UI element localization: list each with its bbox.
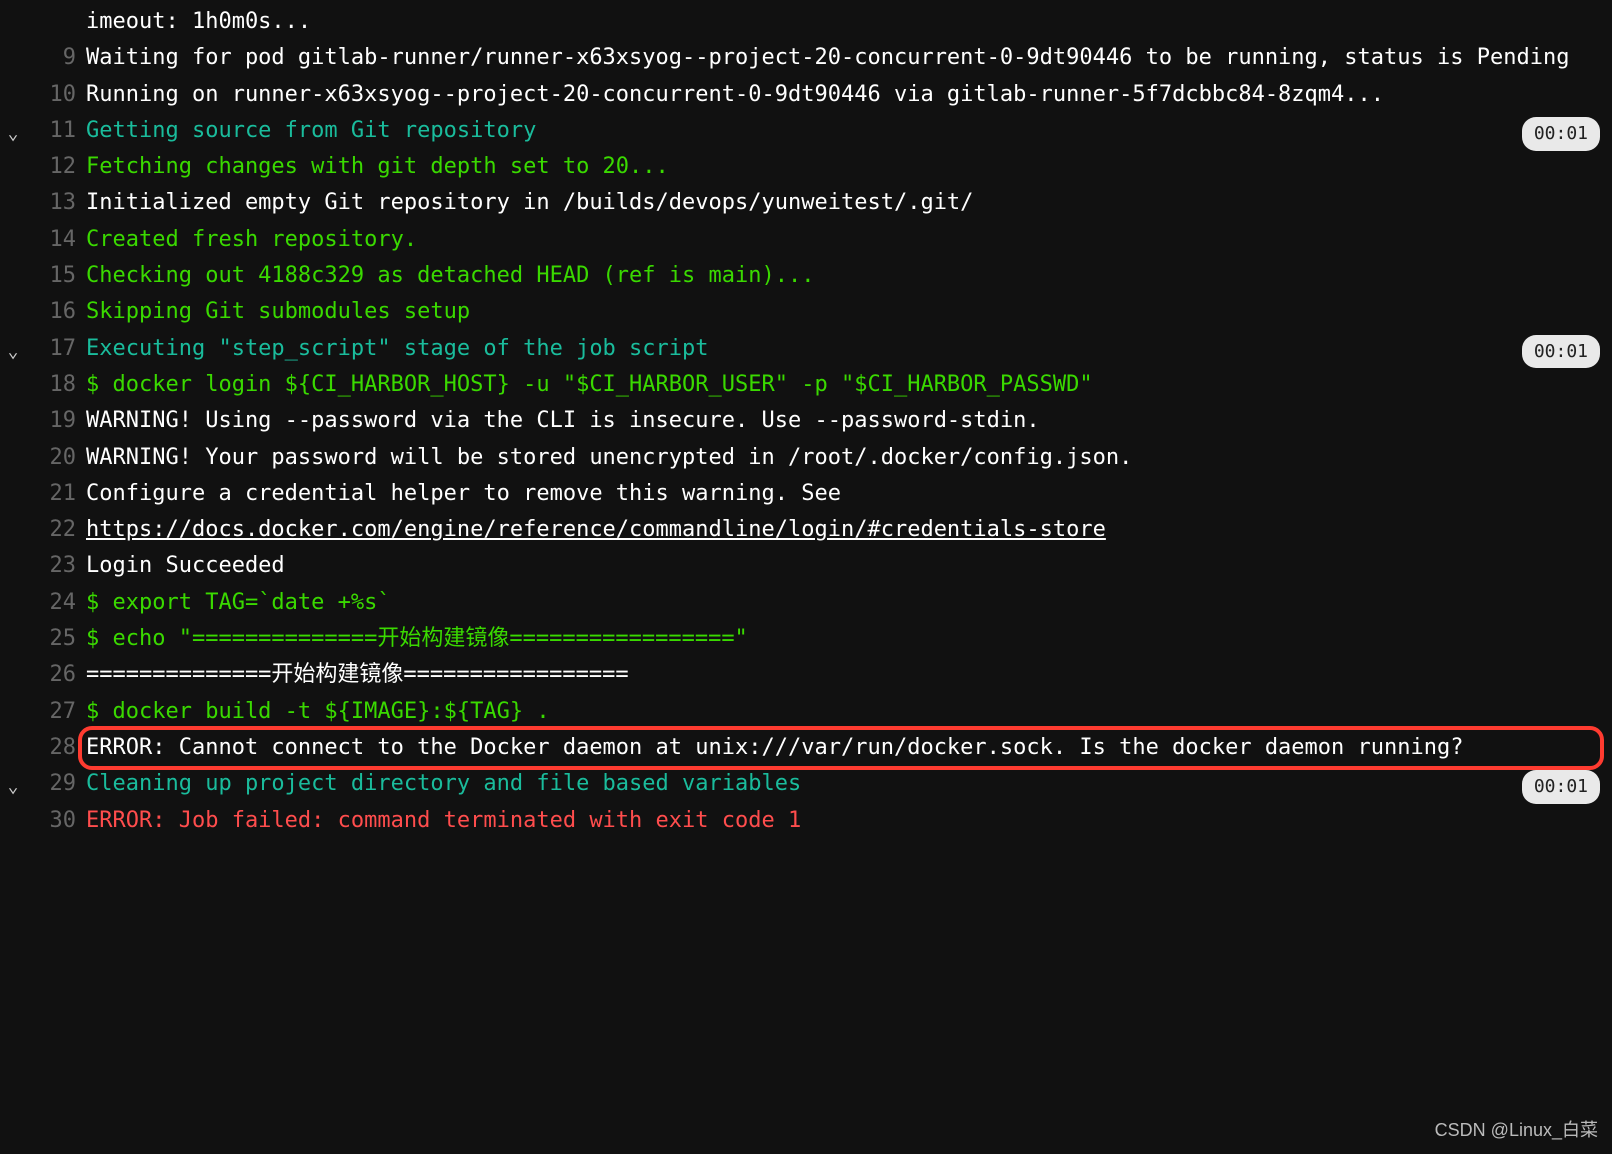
log-text: Getting source from Git repository <box>86 118 536 143</box>
log-text: Checking out 4188c329 as detached HEAD (… <box>86 263 814 288</box>
line-number[interactable]: 10 <box>0 77 86 113</box>
line-number[interactable]: 19 <box>0 403 86 439</box>
chevron-down-icon[interactable]: ⌄ <box>2 119 24 149</box>
log-line: imeout: 1h0m0s... <box>0 4 1612 40</box>
log-content: $ docker login ${CI_HARBOR_HOST} -u "$CI… <box>86 367 1600 403</box>
log-text: WARNING! Your password will be stored un… <box>86 445 1132 470</box>
log-text: WARNING! Using --password via the CLI is… <box>86 408 1040 433</box>
line-number[interactable]: 23 <box>0 548 86 584</box>
chevron-down-icon[interactable]: ⌄ <box>2 337 24 367</box>
log-text: $ docker login ${CI_HARBOR_HOST} -u "$CI… <box>86 372 1093 397</box>
log-content: https://docs.docker.com/engine/reference… <box>86 512 1600 548</box>
log-line: 9Waiting for pod gitlab-runner/runner-x6… <box>0 40 1612 76</box>
log-line: 12Fetching changes with git depth set to… <box>0 149 1612 185</box>
log-line: 15Checking out 4188c329 as detached HEAD… <box>0 258 1612 294</box>
log-text: $ export TAG=`date +%s` <box>86 590 391 615</box>
section-duration-badge: 00:01 <box>1522 770 1600 804</box>
log-content: ERROR: Job failed: command terminated wi… <box>86 803 1600 839</box>
log-text: Skipping Git submodules setup <box>86 299 470 324</box>
log-content: Checking out 4188c329 as detached HEAD (… <box>86 258 1600 294</box>
docs-link[interactable]: https://docs.docker.com/engine/reference… <box>86 517 1106 542</box>
log-content: ERROR: Cannot connect to the Docker daem… <box>86 730 1600 766</box>
log-line: ⌄11Getting source from Git repository00:… <box>0 113 1612 149</box>
log-line: 13Initialized empty Git repository in /b… <box>0 185 1612 221</box>
line-number[interactable]: 14 <box>0 222 86 258</box>
line-number[interactable]: 9 <box>0 40 86 76</box>
line-number[interactable]: 18 <box>0 367 86 403</box>
log-text: Running on runner-x63xsyog--project-20-c… <box>86 82 1384 107</box>
log-line: 10Running on runner-x63xsyog--project-20… <box>0 77 1612 113</box>
line-number[interactable]: 27 <box>0 694 86 730</box>
log-line: 16Skipping Git submodules setup <box>0 294 1612 330</box>
log-content: Login Succeeded <box>86 548 1600 584</box>
log-text: $ docker build -t ${IMAGE}:${TAG} . <box>86 699 550 724</box>
log-content: $ echo "==============开始构建镜像============… <box>86 621 1600 657</box>
log-content: Getting source from Git repository <box>86 113 1600 149</box>
log-line: 22https://docs.docker.com/engine/referen… <box>0 512 1612 548</box>
log-content: Waiting for pod gitlab-runner/runner-x63… <box>86 40 1600 76</box>
section-duration-badge: 00:01 <box>1522 335 1600 369</box>
log-line: 19WARNING! Using --password via the CLI … <box>0 403 1612 439</box>
line-number[interactable]: 24 <box>0 585 86 621</box>
log-text: $ echo "==============开始构建镜像============… <box>86 626 748 651</box>
log-text: Initialized empty Git repository in /bui… <box>86 190 973 215</box>
log-content: ==============开始构建镜像================= <box>86 657 1600 693</box>
line-number[interactable]: 16 <box>0 294 86 330</box>
log-content: Skipping Git submodules setup <box>86 294 1600 330</box>
log-line: 21Configure a credential helper to remov… <box>0 476 1612 512</box>
line-number[interactable]: 15 <box>0 258 86 294</box>
watermark-text: CSDN @Linux_白菜 <box>1435 1116 1598 1146</box>
log-text: Fetching changes with git depth set to 2… <box>86 154 669 179</box>
log-content: Created fresh repository. <box>86 222 1600 258</box>
log-content: Configure a credential helper to remove … <box>86 476 1600 512</box>
log-line: 25$ echo "==============开始构建镜像==========… <box>0 621 1612 657</box>
log-content: WARNING! Your password will be stored un… <box>86 440 1600 476</box>
log-line: 24$ export TAG=`date +%s` <box>0 585 1612 621</box>
log-line: 30ERROR: Job failed: command terminated … <box>0 803 1612 839</box>
log-text: Login Succeeded <box>86 553 285 578</box>
log-text: imeout: 1h0m0s... <box>86 9 311 34</box>
log-line: 18$ docker login ${CI_HARBOR_HOST} -u "$… <box>0 367 1612 403</box>
log-text: ==============开始构建镜像================= <box>86 662 629 687</box>
log-line: 27$ docker build -t ${IMAGE}:${TAG} . <box>0 694 1612 730</box>
log-text: Waiting for pod gitlab-runner/runner-x63… <box>86 45 1569 70</box>
log-content: $ docker build -t ${IMAGE}:${TAG} . <box>86 694 1600 730</box>
line-number[interactable]: 20 <box>0 440 86 476</box>
log-text: Configure a credential helper to remove … <box>86 481 841 506</box>
log-line: ⌄17Executing "step_script" stage of the … <box>0 331 1612 367</box>
line-number[interactable]: 12 <box>0 149 86 185</box>
log-line: ⌄29Cleaning up project directory and fil… <box>0 766 1612 802</box>
log-line: 26==============开始构建镜像================= <box>0 657 1612 693</box>
job-log: imeout: 1h0m0s...9Waiting for pod gitlab… <box>0 0 1612 839</box>
highlighted-error-line: 28ERROR: Cannot connect to the Docker da… <box>0 730 1612 766</box>
log-content: imeout: 1h0m0s... <box>86 4 1600 40</box>
log-line: 14Created fresh repository. <box>0 222 1612 258</box>
log-content: $ export TAG=`date +%s` <box>86 585 1600 621</box>
line-number[interactable]: 22 <box>0 512 86 548</box>
line-number[interactable]: 26 <box>0 657 86 693</box>
log-content: Running on runner-x63xsyog--project-20-c… <box>86 77 1600 113</box>
line-number[interactable]: 28 <box>0 730 86 766</box>
log-text: Cleaning up project directory and file b… <box>86 771 801 796</box>
line-number[interactable]: 13 <box>0 185 86 221</box>
log-text: ERROR: Cannot connect to the Docker daem… <box>86 735 1464 760</box>
line-number[interactable]: 21 <box>0 476 86 512</box>
log-text: Created fresh repository. <box>86 227 417 252</box>
log-text: Executing "step_script" stage of the job… <box>86 336 709 361</box>
log-content: Cleaning up project directory and file b… <box>86 766 1600 802</box>
log-content: Executing "step_script" stage of the job… <box>86 331 1600 367</box>
log-content: Fetching changes with git depth set to 2… <box>86 149 1600 185</box>
line-number[interactable]: 30 <box>0 803 86 839</box>
line-number[interactable]: 25 <box>0 621 86 657</box>
log-content: Initialized empty Git repository in /bui… <box>86 185 1600 221</box>
log-line: 20WARNING! Your password will be stored … <box>0 440 1612 476</box>
log-line: 23Login Succeeded <box>0 548 1612 584</box>
chevron-down-icon[interactable]: ⌄ <box>2 772 24 802</box>
section-duration-badge: 00:01 <box>1522 117 1600 151</box>
log-content: WARNING! Using --password via the CLI is… <box>86 403 1600 439</box>
log-text: ERROR: Job failed: command terminated wi… <box>86 808 801 833</box>
